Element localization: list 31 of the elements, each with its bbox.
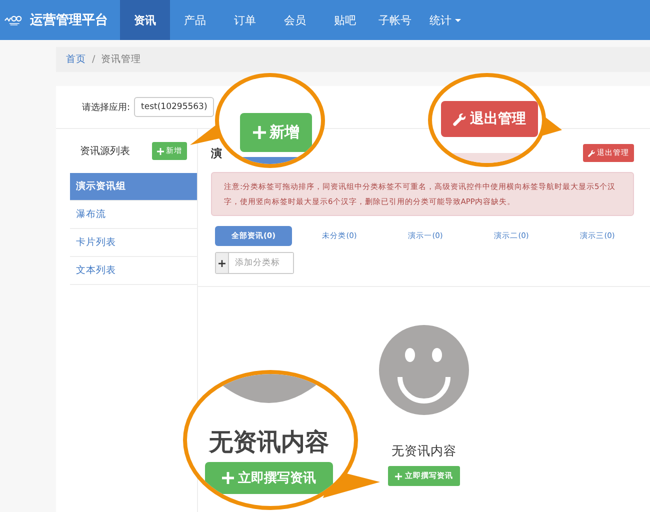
add-category-field[interactable]: + 添加分类标	[215, 252, 294, 274]
brand-title: 运营管理平台	[30, 12, 108, 29]
breadcrumb-separator: /	[92, 54, 96, 65]
nav-tab[interactable]: 产品	[170, 0, 220, 40]
empty-message: 无资讯内容	[209, 427, 329, 458]
nav-tab[interactable]: 子帐号	[370, 0, 420, 40]
nav-tab[interactable]: 贴吧	[320, 0, 370, 40]
plus-icon	[157, 148, 164, 154]
app-select-label: 请选择应用:	[82, 102, 130, 114]
nav-tab[interactable]: 会员	[270, 0, 320, 40]
sidebar-item[interactable]: 瀑布流	[70, 201, 197, 229]
wrench-icon	[588, 150, 595, 156]
group-heading: 演	[211, 146, 222, 160]
nav-tab[interactable]: 资讯	[120, 0, 170, 40]
empty-message: 无资讯内容	[392, 443, 456, 460]
sidebar-item[interactable]: 卡片列表	[70, 229, 197, 257]
app-select-field[interactable]: test(10295563)	[134, 97, 214, 117]
plus-icon	[222, 472, 234, 484]
exit-button[interactable]: 退出管理	[441, 101, 538, 137]
plus-icon	[395, 472, 402, 480]
nav-tab[interactable]: 统计	[420, 0, 470, 40]
plus-icon	[252, 126, 266, 139]
breadcrumb-link[interactable]: 首页	[66, 53, 86, 66]
sidebar-title: 资讯源列表	[80, 144, 130, 158]
nav-tab[interactable]: 订单	[220, 0, 270, 40]
sidebar-item[interactable]: 文本列表	[70, 257, 197, 285]
sidebar-item[interactable]: 演示资讯组	[70, 173, 197, 201]
breadcrumb-current: 资讯管理	[101, 53, 142, 66]
write-button[interactable]: 立即撰写资讯	[205, 462, 333, 494]
wrench-icon	[453, 112, 466, 126]
add-button[interactable]: 新增	[240, 113, 312, 152]
